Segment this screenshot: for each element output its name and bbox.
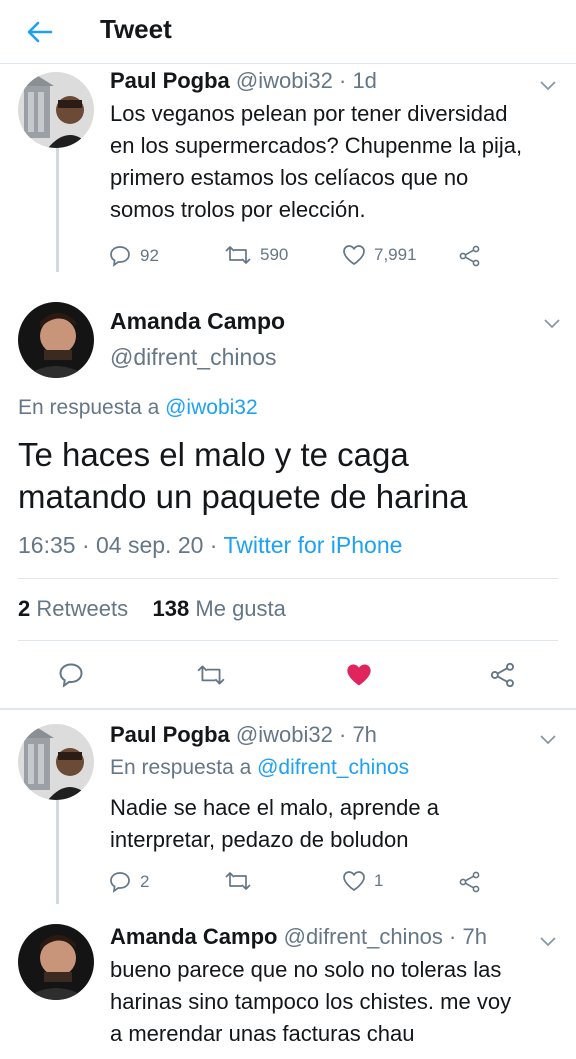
chevron-down-icon[interactable] — [542, 316, 562, 330]
like-count: 1 — [374, 871, 384, 890]
divider — [18, 640, 558, 641]
author-handle[interactable]: @iwobi32 — [236, 722, 333, 747]
tweet-time[interactable]: 7h — [463, 924, 487, 949]
main-tweet-text: Te haces el malo y te caga matando un pa… — [18, 434, 558, 518]
chevron-down-icon[interactable] — [538, 732, 558, 746]
like-count: 7,991 — [374, 245, 417, 264]
avatar[interactable] — [18, 724, 94, 800]
share-button[interactable] — [458, 870, 482, 894]
separator-dot: · — [449, 924, 457, 949]
share-button[interactable] — [458, 244, 482, 268]
avatar[interactable] — [18, 302, 94, 378]
share-icon — [459, 871, 480, 893]
retweet-icon — [225, 246, 251, 264]
author-name[interactable]: Paul Pogba — [110, 68, 230, 93]
tweet-text-line: matando un paquete de harina — [18, 478, 468, 515]
tweet-text-line: somos trolos por elección. — [110, 197, 366, 222]
tweet-text: Nadie se hace el malo, aprende a interpr… — [110, 792, 560, 856]
replying-to-handle[interactable]: @iwobi32 — [165, 396, 258, 419]
divider — [18, 578, 558, 579]
tweet-time[interactable]: 7h — [352, 722, 376, 747]
share-icon — [490, 662, 514, 688]
share-icon — [459, 245, 480, 267]
reply-button[interactable]: 92 — [108, 244, 159, 268]
tweet-header: Amanda Campo @difrent_chinos · 7h — [110, 924, 487, 950]
page-title: Tweet — [100, 14, 172, 44]
author-name[interactable]: Paul Pogba — [110, 722, 230, 747]
replying-prefix: En respuesta a — [110, 756, 252, 779]
tweet-header: Paul Pogba @iwobi32 · 1d — [110, 68, 377, 94]
reply-count: 92 — [140, 246, 159, 265]
avatar[interactable] — [18, 72, 94, 148]
likes-stat[interactable]: 138 Me gusta — [153, 596, 286, 621]
tweet-source[interactable]: Twitter for iPhone — [223, 532, 402, 558]
retweet-icon — [225, 872, 251, 890]
retweet-button[interactable]: 590 — [224, 244, 288, 266]
like-button[interactable] — [342, 658, 376, 692]
author-handle[interactable]: @difrent_chinos — [284, 924, 443, 949]
tweet-text: bueno parece que no solo no toleras las … — [110, 954, 570, 1050]
tweet-text-line: primero estamos los celíacos que no — [110, 165, 469, 190]
heart-icon — [347, 664, 371, 686]
separator-dot: · — [338, 68, 347, 93]
avatar[interactable] — [18, 924, 94, 1000]
chevron-down-icon[interactable] — [538, 934, 558, 948]
reply-count: 2 — [140, 872, 150, 891]
tweet-text-line: bueno parece que no solo no toleras las — [110, 957, 502, 982]
tweet-timestamp: 16:35 · 04 sep. 20 · Twitter for iPhone — [18, 532, 402, 559]
tweet-text: Los veganos pelean por tener diversidad … — [110, 98, 560, 226]
tweet-text-line: en los supermercados? Chupenme la pija, — [110, 133, 523, 158]
chevron-down-icon[interactable] — [538, 78, 558, 92]
retweet-count: 590 — [260, 245, 289, 264]
tweet-date[interactable]: 16:35 · 04 sep. 20 · — [18, 532, 217, 558]
reply-icon — [110, 872, 130, 893]
author-handle[interactable]: @difrent_chinos — [110, 344, 277, 371]
reply-icon — [110, 246, 130, 267]
retweet-button[interactable] — [224, 870, 260, 892]
tweet-text-line: interpretar, pedazo de boludon — [110, 827, 409, 852]
replying-to-handle[interactable]: @difrent_chinos — [257, 756, 409, 779]
back-arrow-icon — [27, 21, 53, 43]
thread-line — [56, 146, 59, 272]
like-button[interactable]: 7,991 — [342, 244, 417, 266]
retweet-icon — [197, 665, 225, 685]
author-name[interactable]: Amanda Campo — [110, 308, 285, 335]
reply-button[interactable]: 2 — [108, 870, 149, 894]
replying-to: En respuesta a @difrent_chinos — [110, 756, 409, 780]
replying-to: En respuesta a @iwobi32 — [18, 396, 258, 420]
back-button[interactable] — [22, 16, 58, 48]
heart-icon — [343, 871, 365, 892]
reply-icon — [59, 663, 83, 688]
tweet-text-line: Te haces el malo y te caga — [18, 436, 409, 473]
author-name[interactable]: Amanda Campo — [110, 924, 277, 949]
tweet-header: Paul Pogba @iwobi32 · 7h — [110, 722, 377, 748]
replying-prefix: En respuesta a — [18, 396, 160, 419]
share-button[interactable] — [486, 658, 520, 692]
section-separator — [0, 708, 576, 710]
separator-dot: · — [338, 722, 347, 747]
reply-button[interactable] — [54, 658, 88, 692]
author-handle[interactable]: @iwobi32 — [236, 68, 333, 93]
thread-line — [56, 800, 59, 904]
retweets-stat[interactable]: 2 Retweets — [18, 596, 128, 621]
tweet-time[interactable]: 1d — [352, 68, 376, 93]
tweet-text-line: a merendar unas facturas chau — [110, 1021, 415, 1046]
tweet-text-line: Nadie se hace el malo, aprende a — [110, 795, 439, 820]
retweet-button[interactable] — [194, 658, 228, 692]
header-bar: Tweet — [0, 0, 576, 64]
heart-icon — [343, 245, 365, 266]
tweet-text-line: Los veganos pelean por tener diversidad — [110, 101, 508, 126]
tweet-text-line: harinas sino tampoco los chistes. me voy — [110, 989, 512, 1014]
engagement-stats: 2 Retweets 138 Me gusta — [18, 596, 286, 622]
like-button[interactable]: 1 — [342, 870, 383, 892]
